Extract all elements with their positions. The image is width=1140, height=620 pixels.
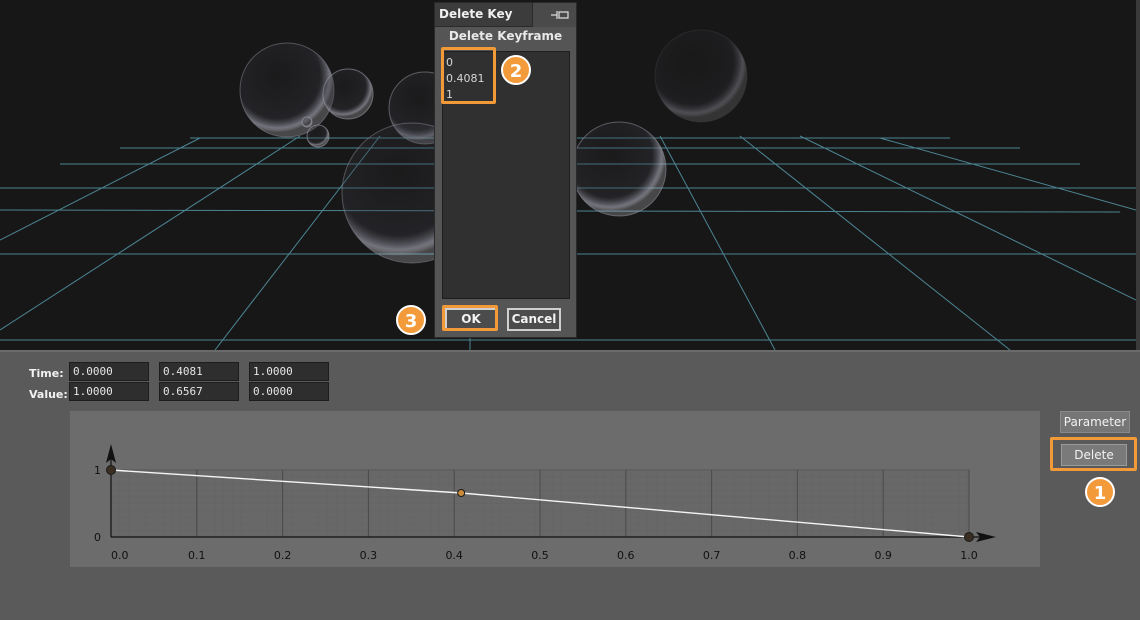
pin-icon xyxy=(551,11,569,19)
cancel-button[interactable]: Cancel xyxy=(507,308,561,331)
keyframe-list-highlight xyxy=(441,47,496,104)
x-tick-label: 0.9 xyxy=(874,549,892,562)
keyframe-marker[interactable] xyxy=(457,489,466,498)
bubble xyxy=(322,68,374,120)
keyframe-marker[interactable] xyxy=(106,465,116,475)
x-tick-label: 0.6 xyxy=(617,549,635,562)
keyframe-marker[interactable] xyxy=(964,532,974,542)
bubble xyxy=(306,124,330,148)
bubble xyxy=(239,42,335,138)
y-tick-label: 1 xyxy=(94,464,101,477)
x-tick-label: 0.8 xyxy=(789,549,807,562)
x-tick-label: 0.5 xyxy=(531,549,549,562)
ok-button-highlight xyxy=(442,305,498,331)
bubble xyxy=(301,116,313,128)
dialog-heading: Delete Keyframe xyxy=(448,29,563,43)
step-3-badge: 3 xyxy=(396,305,426,335)
bubble xyxy=(654,29,748,123)
x-tick-label: 0.4 xyxy=(445,549,463,562)
time-field-2[interactable]: 0.4081 xyxy=(159,362,239,381)
curve-canvas[interactable]: 1 0 0.0 0.1 0.2 0.3 0.4 0.5 0.6 0.7 0.8 0.9 1.0 xyxy=(70,411,1040,567)
x-tick-label: 0.7 xyxy=(703,549,721,562)
value-field-3[interactable]: 0.0000 xyxy=(249,382,329,401)
value-field-2[interactable]: 0.6567 xyxy=(159,382,239,401)
dialog-title: Delete Key xyxy=(439,7,513,21)
x-tick-label: 0.2 xyxy=(274,549,292,562)
value-field-1[interactable]: 1.0000 xyxy=(69,382,149,401)
x-tick-label: 1.0 xyxy=(960,549,978,562)
bubble xyxy=(571,121,667,217)
viewport-border xyxy=(1136,0,1140,350)
time-field-3[interactable]: 1.0000 xyxy=(249,362,329,381)
time-label: Time: xyxy=(29,367,64,380)
pin-button[interactable] xyxy=(532,3,576,27)
y-tick-label: 0 xyxy=(94,531,101,544)
dialog-titlebar[interactable]: Delete Key xyxy=(435,3,576,27)
x-tick-label: 0.1 xyxy=(188,549,206,562)
x-tick-label: 0.3 xyxy=(360,549,378,562)
value-label: Value: xyxy=(29,388,68,401)
step-2-badge: 2 xyxy=(501,55,531,85)
x-tick-label: 0.0 xyxy=(111,549,129,562)
time-field-1[interactable]: 0.0000 xyxy=(69,362,149,381)
parameter-button[interactable]: Parameter xyxy=(1060,411,1130,433)
curve-graph[interactable]: 1 0 0.0 0.1 0.2 0.3 0.4 0.5 0.6 0.7 0.8 0.9 1.0 xyxy=(70,411,1040,567)
step-1-badge: 1 xyxy=(1085,477,1115,507)
delete-button-highlight xyxy=(1050,437,1137,471)
